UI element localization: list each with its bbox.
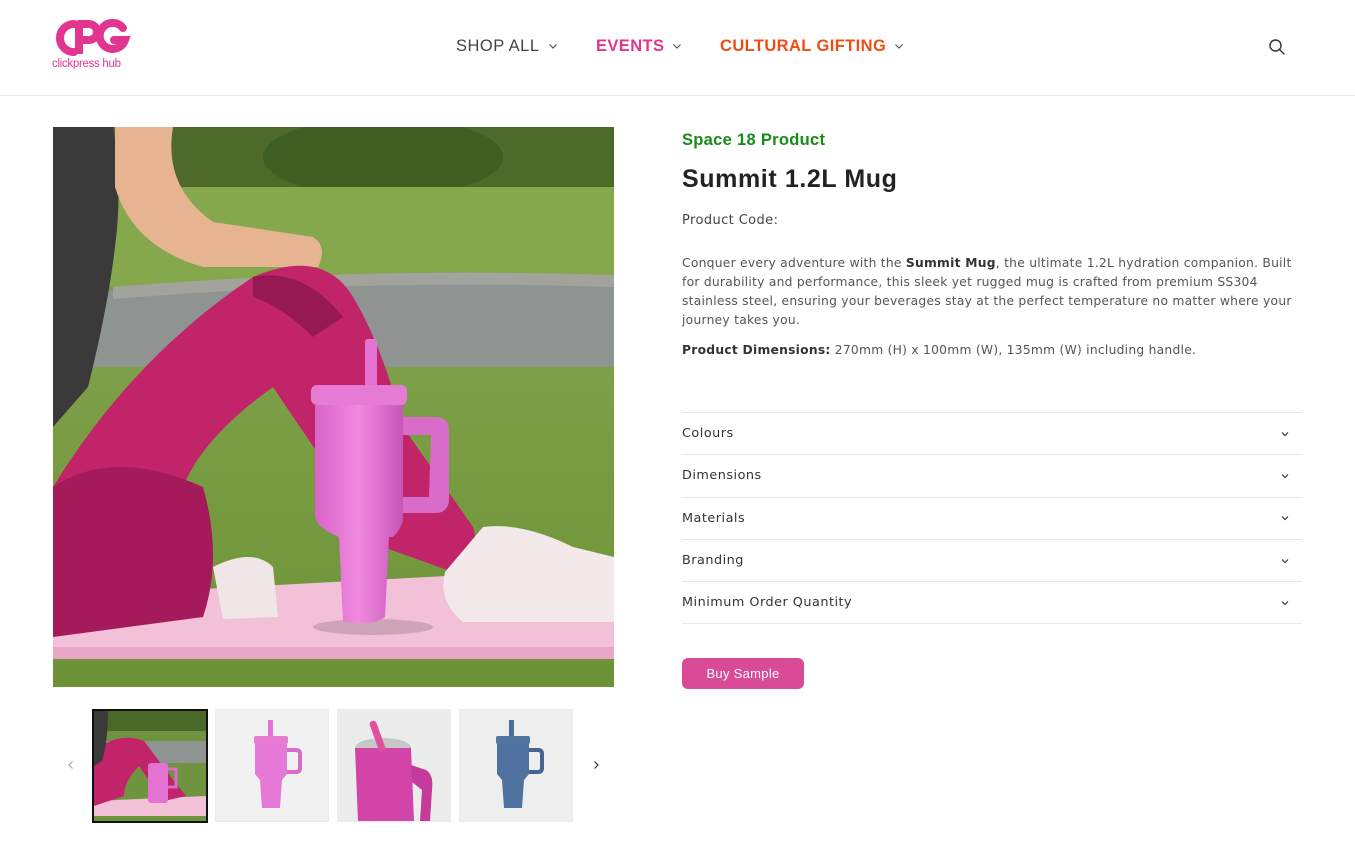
- dimensions-label: Product Dimensions:: [682, 343, 831, 357]
- accordion-colours[interactable]: Colours: [682, 413, 1302, 456]
- product-dimensions: Product Dimensions: 270mm (H) x 100mm (W…: [682, 341, 1302, 360]
- nav-cultural-gifting[interactable]: CULTURAL GIFTING: [720, 34, 904, 58]
- accordion-label: Materials: [682, 510, 746, 526]
- thumbnail-mug-closeup-image: [338, 710, 450, 821]
- thumbnail-4[interactable]: [459, 709, 573, 822]
- site-header: clickpress hub SHOP ALL EVENTS CULTURAL …: [0, 0, 1355, 96]
- product-accordion: Colours Dimensions Materials Branding Mi…: [682, 412, 1302, 625]
- thumbnail-lifestyle-image: [94, 711, 206, 821]
- buy-sample-button[interactable]: Buy Sample: [682, 658, 804, 689]
- accordion-label: Minimum Order Quantity: [682, 595, 853, 611]
- chevron-down-icon: [548, 44, 557, 49]
- nav-events-label: EVENTS: [596, 36, 665, 55]
- thumbnail-pink-mug-image: [216, 710, 328, 821]
- chevron-down-icon: [895, 44, 904, 49]
- chevron-down-icon: [1281, 474, 1289, 479]
- nav-shop-all[interactable]: SHOP ALL: [456, 34, 558, 58]
- description-product-name: Summit Mug: [905, 256, 996, 270]
- search-button[interactable]: [1266, 36, 1288, 58]
- thumbnail-1[interactable]: [92, 709, 208, 823]
- logo-mark-icon: [56, 18, 131, 56]
- description-text-start: Conquer every adventure with the: [682, 256, 906, 270]
- thumbnail-prev-button[interactable]: [61, 755, 81, 775]
- chevron-down-icon: [1281, 431, 1289, 436]
- product-vendor[interactable]: Space 18 Product: [682, 131, 825, 150]
- lifestyle-photo: [53, 127, 614, 687]
- thumbnail-blue-mug-image: [460, 710, 572, 821]
- thumbnail-next-button[interactable]: [586, 755, 606, 775]
- accordion-label: Colours: [682, 426, 734, 442]
- chevron-down-icon: [673, 44, 682, 49]
- main-product-image[interactable]: [53, 127, 614, 687]
- chevron-down-icon: [1281, 516, 1289, 521]
- accordion-minimum-order-quantity[interactable]: Minimum Order Quantity: [682, 582, 1302, 625]
- accordion-label: Branding: [682, 553, 744, 569]
- thumbnail-3[interactable]: [337, 709, 451, 822]
- dimensions-value: 270mm (H) x 100mm (W), 135mm (W) includi…: [830, 343, 1197, 357]
- nav-cultural-gifting-label: CULTURAL GIFTING: [720, 36, 887, 55]
- accordion-label: Dimensions: [682, 468, 762, 484]
- chevron-left-icon: [68, 761, 73, 769]
- accordion-branding[interactable]: Branding: [682, 540, 1302, 583]
- chevron-right-icon: [594, 761, 599, 769]
- accordion-materials[interactable]: Materials: [682, 498, 1302, 540]
- product-title: Summit 1.2L Mug: [682, 165, 898, 193]
- product-description: Conquer every adventure with the Summit …: [682, 254, 1302, 330]
- accordion-dimensions[interactable]: Dimensions: [682, 455, 1302, 498]
- chevron-down-icon: [1281, 600, 1289, 606]
- search-icon: [1269, 39, 1285, 55]
- nav-shop-all-label: SHOP ALL: [456, 36, 540, 55]
- thumbnail-2[interactable]: [215, 709, 329, 822]
- logo-subtitle: clickpress hub: [52, 58, 121, 70]
- product-code: Product Code:: [682, 213, 779, 228]
- chevron-down-icon: [1281, 558, 1289, 563]
- nav-events[interactable]: EVENTS: [596, 34, 682, 58]
- logo[interactable]: clickpress hub: [52, 18, 132, 74]
